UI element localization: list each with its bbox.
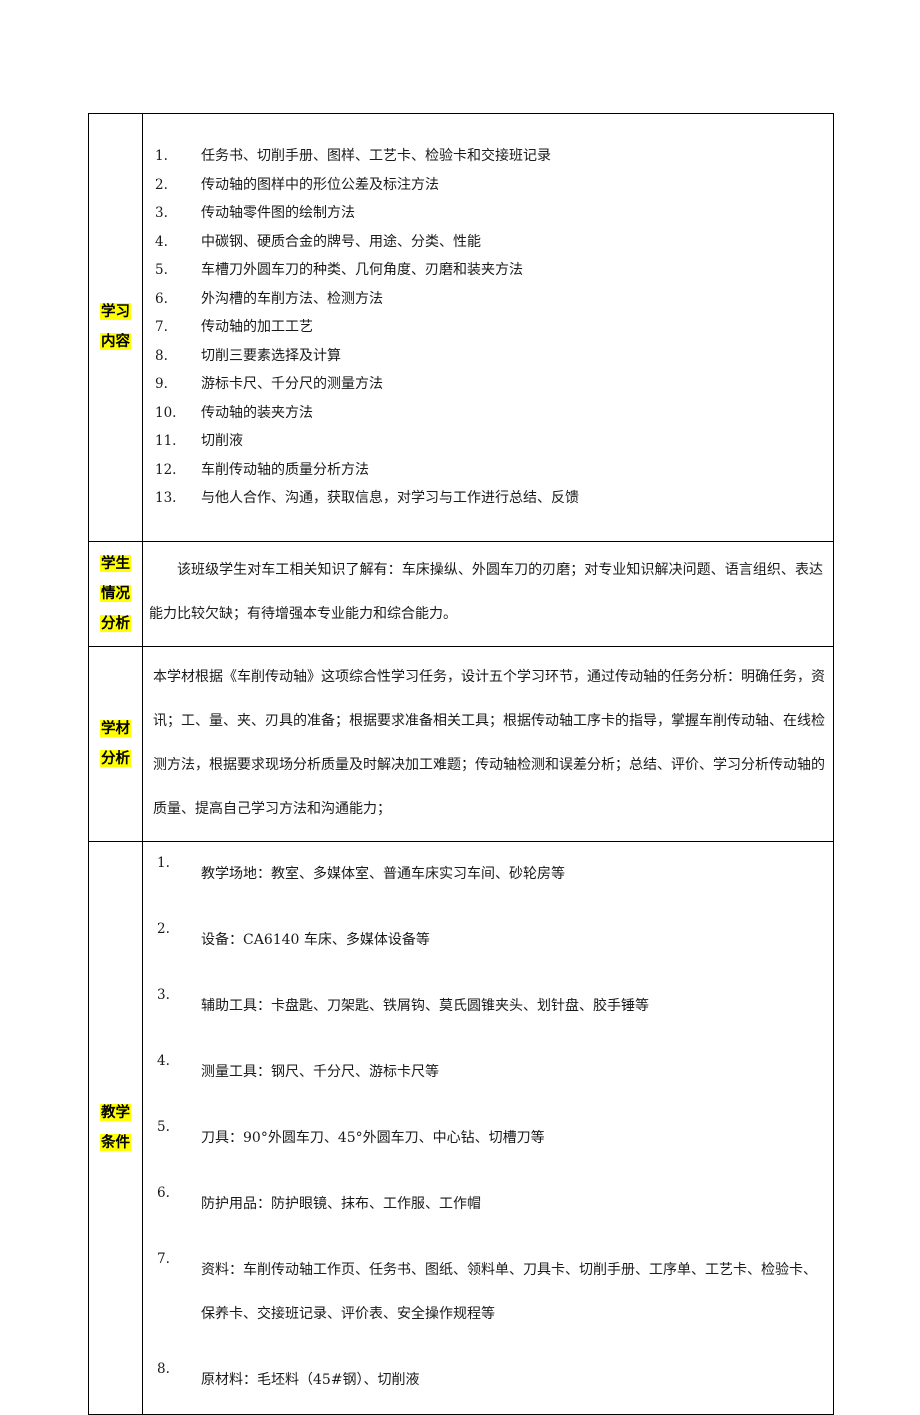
list-item-text: 与他人合作、沟通，获取信息，对学习与工作进行总结、反馈	[201, 490, 579, 506]
list-item-text: 传动轴零件图的绘制方法	[201, 205, 355, 221]
list-item: 2. 传动轴的图样中的形位公差及标注方法	[149, 171, 825, 200]
row-label-teaching-conditions: 教学 条件	[88, 840, 143, 1415]
list-item: 7. 资料：车削传动轴工作页、任务书、图纸、领料单、刀具卡、切削手册、工序单、工艺…	[149, 1248, 825, 1336]
list-item-number: 6.	[157, 1184, 170, 1201]
list-item-number: 2.	[157, 920, 170, 937]
paragraph: 该班级学生对车工相关知识了解有：车床操纵、外圆车刀的刃磨；对专业知识解决问题、语…	[149, 561, 823, 622]
row-label-learning-contents: 学习 内容	[88, 113, 143, 542]
label-stack: 教学 条件	[89, 1098, 142, 1158]
list-item-text: 切削液	[201, 433, 243, 449]
list-item: 7. 传动轴的加工工艺	[149, 313, 825, 342]
label-line: 教学	[100, 1103, 131, 1121]
list-item-text: 切削三要素选择及计算	[201, 347, 341, 364]
label-line: 分析	[100, 614, 131, 632]
list-item-number: 12.	[155, 461, 177, 478]
list-item-text: 车削传动轴的质量分析方法	[201, 461, 369, 478]
list-item-number: 2.	[155, 176, 168, 193]
list-item: 10. 传动轴的装夹方法	[149, 399, 825, 428]
list-item-number: 4.	[157, 1052, 170, 1069]
learning-contents-list: 1. 任务书、切削手册、图样、工艺卡、检验卡和交接班记录 2. 传动轴的图样中的形位…	[149, 142, 825, 513]
table-row-teaching-conditions: 教学 条件 1. 教学场地：教室、多媒体室、普通车床实习车间、砂轮房等 2. 设备：…	[88, 840, 834, 1415]
row-content-student-situation-analysis: 该班级学生对车工相关知识了解有：车床操纵、外圆车刀的刃磨；对专业知识解决问题、语…	[142, 540, 834, 647]
table-row-material-analysis: 学材 分析 本学材根据《车削传动轴》这项综合性学习任务，设计五个学习环节，通过传…	[88, 645, 834, 842]
list-item: 6. 防护用品：防护眼镜、抹布、工作服、工作帽	[149, 1182, 825, 1226]
label-line: 学生	[100, 554, 131, 572]
list-item-text: 原材料：毛坯料（45#钢）、切削液	[201, 1371, 420, 1388]
list-item: 5. 刀具：90°外圆车刀、45°外圆车刀、中心钻、切槽刀等	[149, 1116, 825, 1160]
list-item-number: 4.	[155, 233, 168, 250]
list-item-number: 8.	[157, 1360, 170, 1377]
list-item-number: 8.	[155, 347, 168, 364]
row-label-student-situation-analysis: 学生 情况 分析	[88, 540, 143, 647]
list-item-text: 任务书、切削手册、图样、工艺卡、检验卡和交接班记录	[201, 148, 551, 164]
list-item-text: 测量工具：钢尺、千分尺、游标卡尺等	[201, 1063, 439, 1080]
list-item: 2. 设备：CA6140 车床、多媒体设备等	[149, 918, 825, 962]
list-item-text: 辅助工具：卡盘匙、刀架匙、铁屑钩、莫氏圆锥夹头、划针盘、胶手锤等	[201, 997, 649, 1014]
list-item-text: 中碳钢、硬质合金的牌号、用途、分类、性能	[201, 233, 481, 250]
list-item: 4. 测量工具：钢尺、千分尺、游标卡尺等	[149, 1050, 825, 1094]
list-item-text: 传动轴的装夹方法	[201, 404, 313, 421]
row-content-teaching-conditions: 1. 教学场地：教室、多媒体室、普通车床实习车间、砂轮房等 2. 设备：CA6140…	[142, 840, 834, 1415]
list-item-number: 6.	[155, 290, 168, 307]
label-stack: 学生 情况 分析	[89, 549, 142, 639]
list-item-number: 7.	[155, 319, 168, 335]
list-item-number: 1.	[157, 854, 170, 871]
list-item-text: 游标卡尺、千分尺的测量方法	[201, 376, 383, 392]
list-item: 3. 传动轴零件图的绘制方法	[149, 199, 825, 228]
list-item-text: 教学场地：教室、多媒体室、普通车床实习车间、砂轮房等	[201, 865, 565, 882]
list-item: 1. 教学场地：教室、多媒体室、普通车床实习车间、砂轮房等	[149, 852, 825, 896]
row-content-learning-contents: 1. 任务书、切削手册、图样、工艺卡、检验卡和交接班记录 2. 传动轴的图样中的形位…	[142, 113, 834, 542]
list-item-text: 防护用品：防护眼镜、抹布、工作服、工作帽	[201, 1195, 481, 1212]
label-line: 情况	[100, 584, 131, 602]
row-content-material-analysis: 本学材根据《车削传动轴》这项综合性学习任务，设计五个学习环节，通过传动轴的任务分…	[142, 645, 834, 842]
label-line: 内容	[100, 333, 131, 351]
list-item-text: 刀具：90°外圆车刀、45°外圆车刀、中心钻、切槽刀等	[201, 1129, 545, 1146]
list-item: 13. 与他人合作、沟通，获取信息，对学习与工作进行总结、反馈	[149, 484, 825, 513]
document-page: 学习 内容 1. 任务书、切削手册、图样、工艺卡、检验卡和交接班记录 2. 传动轴的…	[0, 0, 920, 1415]
list-item-text: 外沟槽的车削方法、检测方法	[201, 290, 383, 307]
list-item: 6. 外沟槽的车削方法、检测方法	[149, 285, 825, 314]
row-label-material-analysis: 学材 分析	[88, 645, 143, 842]
list-item: 1. 任务书、切削手册、图样、工艺卡、检验卡和交接班记录	[149, 142, 825, 171]
list-item-text: 传动轴的图样中的形位公差及标注方法	[201, 176, 439, 193]
list-item-number: 1.	[155, 148, 168, 164]
label-stack: 学习 内容	[89, 297, 142, 357]
list-item-number: 7.	[157, 1250, 170, 1267]
list-item-text: 设备：CA6140 车床、多媒体设备等	[201, 931, 430, 948]
label-line: 学材	[100, 719, 131, 737]
list-item-number: 3.	[155, 205, 168, 221]
course-info-table: 学习 内容 1. 任务书、切削手册、图样、工艺卡、检验卡和交接班记录 2. 传动轴的…	[88, 113, 834, 1415]
list-item: 8. 原材料：毛坯料（45#钢）、切削液	[149, 1358, 825, 1402]
teaching-conditions-list: 1. 教学场地：教室、多媒体室、普通车床实习车间、砂轮房等 2. 设备：CA6140…	[149, 852, 825, 1402]
label-line: 学习	[100, 303, 131, 321]
list-item: 9. 游标卡尺、千分尺的测量方法	[149, 370, 825, 399]
list-item: 5. 车槽刀外圆车刀的种类、几何角度、刃磨和装夹方法	[149, 256, 825, 285]
list-item-number: 3.	[157, 986, 170, 1003]
list-item-number: 13.	[155, 490, 177, 506]
paragraph: 本学材根据《车削传动轴》这项综合性学习任务，设计五个学习环节，通过传动轴的任务分…	[153, 668, 825, 817]
list-item: 3. 辅助工具：卡盘匙、刀架匙、铁屑钩、莫氏圆锥夹头、划针盘、胶手锤等	[149, 984, 825, 1028]
label-line: 分析	[100, 749, 131, 767]
list-item: 8. 切削三要素选择及计算	[149, 342, 825, 371]
label-stack: 学材 分析	[89, 714, 142, 774]
list-item-number: 9.	[155, 376, 168, 392]
list-item: 4. 中碳钢、硬质合金的牌号、用途、分类、性能	[149, 228, 825, 257]
list-item-text: 资料：车削传动轴工作页、任务书、图纸、领料单、刀具卡、切削手册、工序单、工艺卡、…	[201, 1261, 817, 1322]
list-item-number: 10.	[155, 404, 177, 421]
list-item-number: 5.	[155, 262, 168, 278]
label-line: 条件	[100, 1133, 131, 1151]
list-item-text: 车槽刀外圆车刀的种类、几何角度、刃磨和装夹方法	[201, 262, 523, 278]
list-item-text: 传动轴的加工工艺	[201, 319, 313, 335]
list-item-number: 5.	[157, 1118, 170, 1135]
list-item: 12. 车削传动轴的质量分析方法	[149, 456, 825, 485]
table-row-learning-contents: 学习 内容 1. 任务书、切削手册、图样、工艺卡、检验卡和交接班记录 2. 传动轴的…	[88, 113, 834, 542]
table-row-student-situation-analysis: 学生 情况 分析 该班级学生对车工相关知识了解有：车床操纵、外圆车刀的刃磨；对专…	[88, 540, 834, 647]
list-item-number: 11.	[155, 433, 177, 449]
list-item: 11. 切削液	[149, 427, 825, 456]
